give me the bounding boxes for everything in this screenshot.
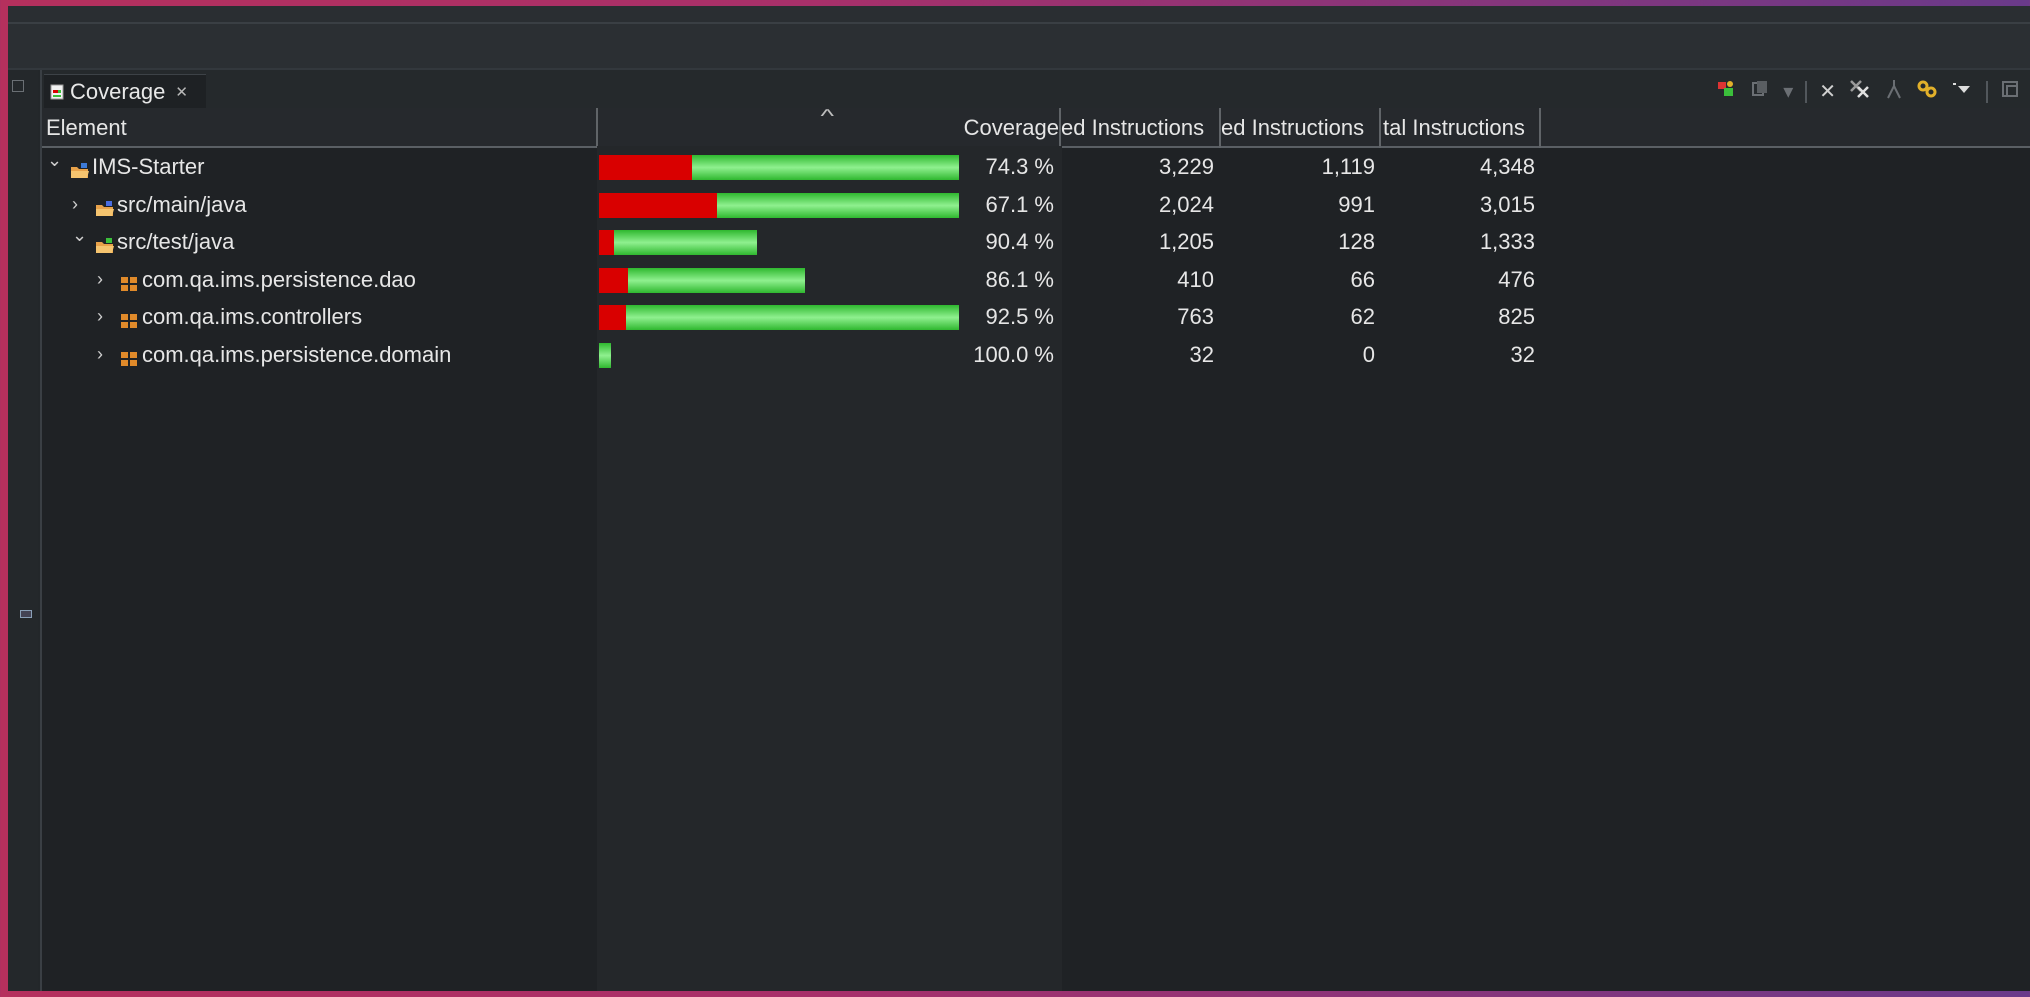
- covered-instructions-value: 763: [1177, 304, 1214, 329]
- element-name: com.qa.ims.controllers: [142, 304, 363, 329]
- tree-row[interactable]: › com.qa.ims.persistence.domain 100.0 % 32 0…: [42, 336, 2030, 374]
- coverage-report-icon: [50, 84, 64, 100]
- coverage-value: 90.4 %: [985, 229, 1055, 254]
- coverage-bar: [599, 230, 757, 255]
- view-toolbar: ▾ ✕: [1715, 78, 2022, 105]
- tree-row[interactable]: › com.qa.ims.controllers 92.5 % 763 62 825: [42, 298, 2030, 336]
- element-name: com.qa.ims.persistence.dao: [142, 266, 416, 292]
- covered-segment: [717, 192, 959, 218]
- collapse-all-icon[interactable]: [1884, 78, 1904, 105]
- tree-row[interactable]: › com.qa.ims.persistence.dao 86.1 % 410 66 47…: [42, 261, 2030, 299]
- main-toolbar-strip: [8, 24, 2030, 70]
- total-instructions-value: 4,348: [1479, 154, 1535, 179]
- coverage-bar: [599, 342, 611, 368]
- coverage-value: 92.5 %: [985, 304, 1055, 329]
- dropdown-icon[interactable]: ▾: [1783, 81, 1793, 103]
- element-name: src/test/java: [117, 229, 235, 254]
- close-icon[interactable]: ✕: [175, 83, 188, 101]
- column-header-total-instructions[interactable]: tal Instructions: [1383, 108, 1541, 146]
- column-header-covered-instructions[interactable]: ed Instructions: [1061, 108, 1219, 146]
- covered-segment: [628, 267, 805, 293]
- source-folder-icon: [95, 234, 114, 253]
- covered-segment: [614, 230, 757, 255]
- tab-title: Coverage: [70, 79, 166, 104]
- missed-instructions-value: 62: [1350, 304, 1375, 329]
- chevron-right-icon[interactable]: ›: [97, 336, 103, 374]
- restore-icon[interactable]: [12, 80, 24, 92]
- missed-instructions-value: 0: [1362, 341, 1375, 367]
- chevron-down-icon[interactable]: ⌄: [72, 217, 87, 255]
- remove-all-sessions-icon[interactable]: [1848, 78, 1872, 105]
- element-name: src/main/java: [117, 191, 247, 217]
- coverage-view: Coverage ✕ ▾ ✕ Element ^ Coverage ed Ins…: [40, 70, 2030, 991]
- column-header-missed-instructions[interactable]: ed Instructions: [1221, 108, 1379, 146]
- missed-segment: [599, 305, 626, 330]
- total-instructions-value: 1,333: [1479, 229, 1535, 254]
- covered-instructions-value: 410: [1177, 266, 1214, 292]
- covered-instructions-value: 1,205: [1158, 229, 1214, 254]
- table-header: Element ^ Coverage ed Instructions ed In…: [42, 106, 2030, 148]
- element-name: IMS-Starter: [92, 154, 205, 179]
- total-instructions-value: 825: [1498, 304, 1535, 329]
- missed-instructions-value: 991: [1338, 191, 1375, 217]
- element-name: com.qa.ims.persistence.domain: [142, 341, 452, 367]
- covered-segment: [599, 342, 611, 368]
- missed-segment: [599, 155, 692, 180]
- covered-segment: [692, 155, 959, 180]
- total-instructions-value: 32: [1510, 341, 1535, 367]
- covered-instructions-value: 32: [1189, 341, 1214, 367]
- coverage-bar: [599, 305, 959, 330]
- source-folder-icon: [95, 197, 114, 216]
- package-icon: [120, 272, 138, 291]
- column-header-coverage[interactable]: Coverage: [598, 108, 1059, 146]
- column-resize-handle[interactable]: [1379, 108, 1381, 148]
- tree-row[interactable]: ⌄ IMS-Starter 74.3 % 3,229 1,119 4,348: [42, 148, 2030, 186]
- chevron-right-icon[interactable]: ›: [97, 298, 103, 336]
- ide-window: Coverage ✕ ▾ ✕ Element ^ Coverage ed Ins…: [8, 6, 2030, 991]
- coverage-bar: [599, 155, 959, 180]
- remove-session-icon[interactable]: ✕: [1819, 81, 1836, 103]
- missed-segment: [599, 230, 614, 255]
- link-with-selection-icon[interactable]: [1916, 78, 1938, 105]
- chevron-down-icon[interactable]: ⌄: [47, 142, 62, 180]
- toolbar-separator: [1805, 80, 1808, 103]
- window-top-bar: [8, 6, 2030, 24]
- missed-segment: [599, 267, 628, 293]
- package-icon: [120, 309, 138, 328]
- coverage-value: 67.1 %: [985, 191, 1055, 217]
- coverage-value: 86.1 %: [985, 266, 1055, 292]
- tree-row[interactable]: › src/main/java 67.1 % 2,024 991 3,015: [42, 186, 2030, 224]
- package-icon: [120, 347, 138, 366]
- merge-sessions-icon[interactable]: [1749, 78, 1771, 105]
- coverage-value: 100.0 %: [973, 341, 1054, 367]
- covered-instructions-value: 2,024: [1158, 191, 1214, 217]
- chevron-right-icon[interactable]: ›: [97, 261, 103, 299]
- missed-instructions-value: 128: [1338, 229, 1375, 254]
- missed-segment: [599, 192, 717, 218]
- total-instructions-value: 3,015: [1479, 191, 1535, 217]
- view-menu-icon[interactable]: [1950, 78, 1974, 105]
- column-resize-handle[interactable]: [1539, 108, 1541, 148]
- coverage-bar: [599, 267, 805, 293]
- tree-row[interactable]: ⌄ src/test/java 90.4 % 1,205 128 1,333: [42, 223, 2030, 261]
- minimized-view-icon[interactable]: [20, 610, 32, 618]
- total-instructions-value: 476: [1498, 266, 1535, 292]
- missed-instructions-value: 66: [1350, 266, 1375, 292]
- project-folder-icon: [70, 159, 89, 178]
- left-trim-bar: [8, 70, 38, 991]
- relaunch-icon[interactable]: [1715, 78, 1737, 105]
- column-header-element[interactable]: Element: [46, 108, 596, 146]
- coverage-tree: ⌄ IMS-Starter 74.3 % 3,229 1,119 4,348 › src/ma…: [42, 148, 2030, 373]
- covered-instructions-value: 3,229: [1158, 154, 1214, 179]
- coverage-bar: [599, 192, 959, 218]
- coverage-value: 74.3 %: [985, 154, 1055, 179]
- minimize-icon[interactable]: [2000, 78, 2022, 105]
- tab-coverage[interactable]: Coverage ✕: [44, 74, 206, 109]
- view-tab-bar: Coverage ✕ ▾ ✕: [42, 70, 2030, 109]
- missed-instructions-value: 1,119: [1321, 154, 1375, 179]
- covered-segment: [626, 305, 959, 330]
- toolbar-separator: [1986, 80, 1988, 103]
